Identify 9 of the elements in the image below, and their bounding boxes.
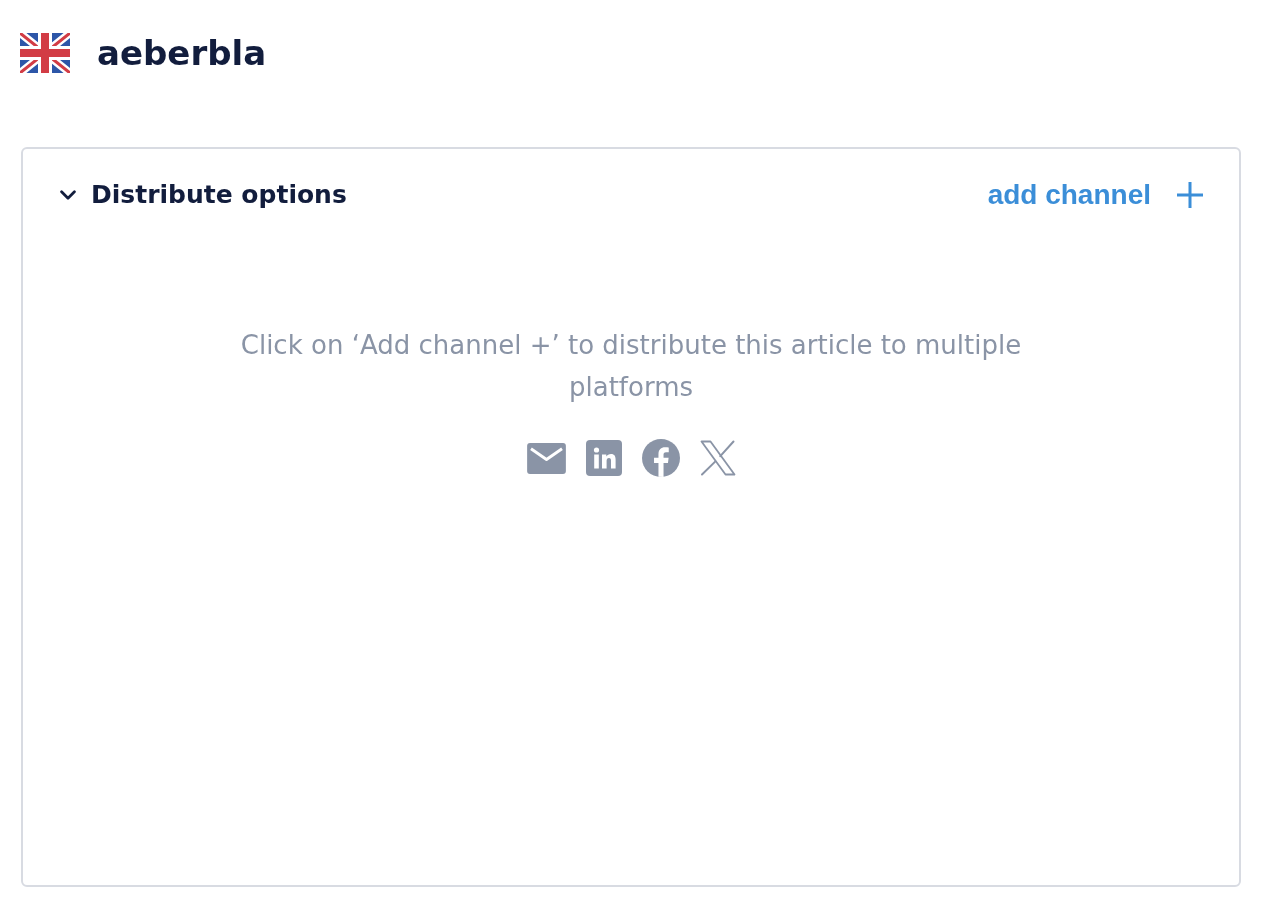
- flag-icon: [20, 33, 70, 73]
- linkedin-icon: [585, 440, 622, 476]
- empty-state-message: Click on ‘Add channel +’ to distribute this article to multiple platforms: [239, 329, 1023, 404]
- facebook-icon: [641, 439, 680, 477]
- page-title: aeberbla: [97, 32, 267, 75]
- section-toggle[interactable]: Distribute options: [59, 177, 347, 213]
- plus-icon: [1177, 182, 1203, 208]
- x-logo-icon: [699, 440, 736, 476]
- envelope-icon: [526, 442, 566, 474]
